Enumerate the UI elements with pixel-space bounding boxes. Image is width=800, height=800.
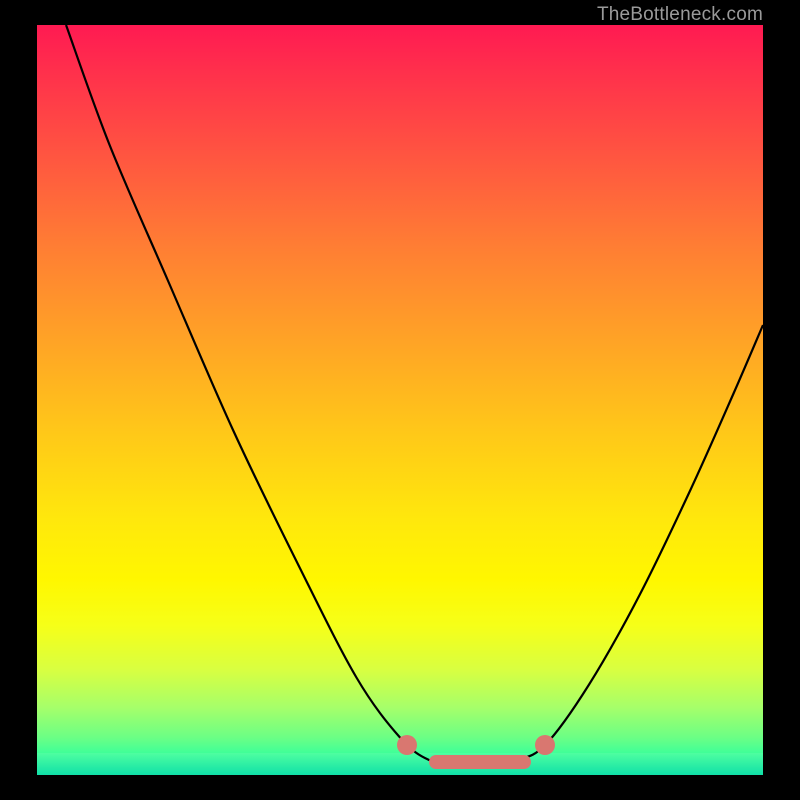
- plot-area: [37, 25, 763, 775]
- marker-right: [535, 735, 555, 755]
- optimal-range-bar: [429, 755, 531, 769]
- gradient-background: [37, 25, 763, 775]
- marker-left: [397, 735, 417, 755]
- optimal-zone-band: [37, 753, 763, 775]
- watermark-text: TheBottleneck.com: [597, 4, 763, 26]
- chart-frame: TheBottleneck.com: [0, 0, 800, 800]
